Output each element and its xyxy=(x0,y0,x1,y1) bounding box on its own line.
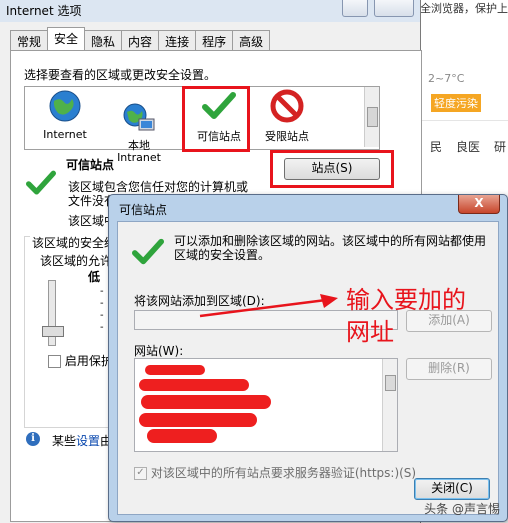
dialog-title: 可信站点 xyxy=(119,203,168,217)
help-button[interactable] xyxy=(342,0,368,17)
allowed-levels-label: 该区域的允许 xyxy=(40,254,113,268)
close-button[interactable]: 关闭(C) xyxy=(414,478,490,500)
remove-button[interactable]: 删除(R) xyxy=(406,358,492,380)
trusted-checkmark-icon xyxy=(26,170,56,195)
info-link[interactable]: 设置 xyxy=(76,434,100,448)
sites-list-label: 网站(W): xyxy=(134,344,184,358)
zone-scrollbar[interactable] xyxy=(364,87,379,147)
restricted-icon xyxy=(270,89,304,123)
close-icon[interactable]: X xyxy=(458,195,500,214)
redaction-mark xyxy=(147,429,217,443)
security-level-label: 该区域的安全级 xyxy=(30,234,119,251)
tab-content[interactable]: 内容 xyxy=(121,30,160,50)
window-title: Internet 选项 xyxy=(6,4,82,18)
intranet-icon xyxy=(123,103,155,131)
level-dashes: - - - - xyxy=(100,286,104,334)
level-dash: - xyxy=(100,310,104,321)
https-checkbox[interactable]: ✓ xyxy=(134,467,147,480)
watermark: 头条 @声言惕 xyxy=(424,502,500,516)
redaction-mark xyxy=(141,395,271,409)
weather-text: 2~7°C xyxy=(428,72,465,85)
https-row[interactable]: ✓ 对该区域中的所有站点要求服务器验证(https:)(S) xyxy=(134,464,416,481)
info-prefix: 某些 xyxy=(52,434,77,448)
background-cells: 民 良医 研 xyxy=(420,138,508,155)
level-text: 低 xyxy=(88,270,101,284)
trusted-sites-dialog: 可信站点 X 可以添加和删除该区域的网站。该区域中的所有网站都使用区域的安全设置… xyxy=(108,194,508,522)
sites-list[interactable] xyxy=(134,358,398,452)
background-top-text: 全浏览器，保护上 xyxy=(420,2,508,15)
info-icon: i xyxy=(26,432,40,446)
dialog-body: 可以添加和删除该区域的网站。该区域中的所有网站都使用区域的安全设置。 将该网站添… xyxy=(117,221,499,515)
sites-list-scrollbar[interactable] xyxy=(382,359,397,451)
tab-bar: 常规 安全 隐私 内容 连接 程序 高级 xyxy=(10,27,271,50)
tab-advanced[interactable]: 高级 xyxy=(232,30,271,50)
level-dash: - xyxy=(100,286,104,297)
close-window-button[interactable] xyxy=(374,0,414,17)
redaction-mark xyxy=(139,413,257,427)
zone-prompt: 选择要查看的区域或更改安全设置。 xyxy=(24,68,217,82)
annotation-line2: 网址 xyxy=(346,318,394,346)
tab-programs[interactable]: 程序 xyxy=(195,30,234,50)
highlight-trusted-zone xyxy=(182,86,250,152)
level-dash: - xyxy=(100,322,104,333)
protected-mode-row[interactable]: 启用保护 xyxy=(48,352,113,369)
protected-mode-label: 启用保护 xyxy=(64,354,113,368)
protected-mode-checkbox[interactable] xyxy=(48,355,61,368)
https-label: 对该区域中的所有站点要求服务器验证(https:)(S) xyxy=(150,466,417,480)
tab-security[interactable]: 安全 xyxy=(47,27,86,50)
air-quality-badge: 轻度污染 xyxy=(431,94,481,112)
zone-label: 受限站点 xyxy=(265,130,309,143)
security-slider-thumb[interactable] xyxy=(42,326,64,337)
zone-restricted[interactable]: 受限站点 xyxy=(247,89,327,144)
background-cell: 良医 xyxy=(456,140,481,154)
redaction-mark xyxy=(139,379,249,391)
tab-connections[interactable]: 连接 xyxy=(158,30,197,50)
redaction-mark xyxy=(145,365,205,375)
background-cell: 研 xyxy=(494,140,507,154)
tab-general[interactable]: 常规 xyxy=(10,30,49,50)
zone-internet[interactable]: Internet xyxy=(25,89,105,141)
sites-button[interactable]: 站点(S) xyxy=(284,158,380,180)
annotation-line1: 输入要加的 xyxy=(346,286,466,314)
annotation-text: 输入要加的 网址 xyxy=(346,284,466,348)
info-text: 某些设置由 xyxy=(52,432,112,449)
background-cell: 民 xyxy=(430,140,443,154)
annotation-arrow-icon xyxy=(199,294,338,318)
dialog-description: 可以添加和删除该区域的网站。该区域中的所有网站都使用区域的安全设置。 xyxy=(174,234,487,262)
globe-icon xyxy=(49,90,81,122)
background-divider xyxy=(420,120,508,121)
tab-privacy[interactable]: 隐私 xyxy=(84,30,123,50)
internet-options-titlebar: Internet 选项 xyxy=(0,0,420,22)
zone-label: Internet xyxy=(43,128,87,141)
dialog-checkmark-icon xyxy=(132,238,164,265)
zone-title: 可信站点 xyxy=(66,158,115,172)
level-dash: - xyxy=(100,298,104,309)
